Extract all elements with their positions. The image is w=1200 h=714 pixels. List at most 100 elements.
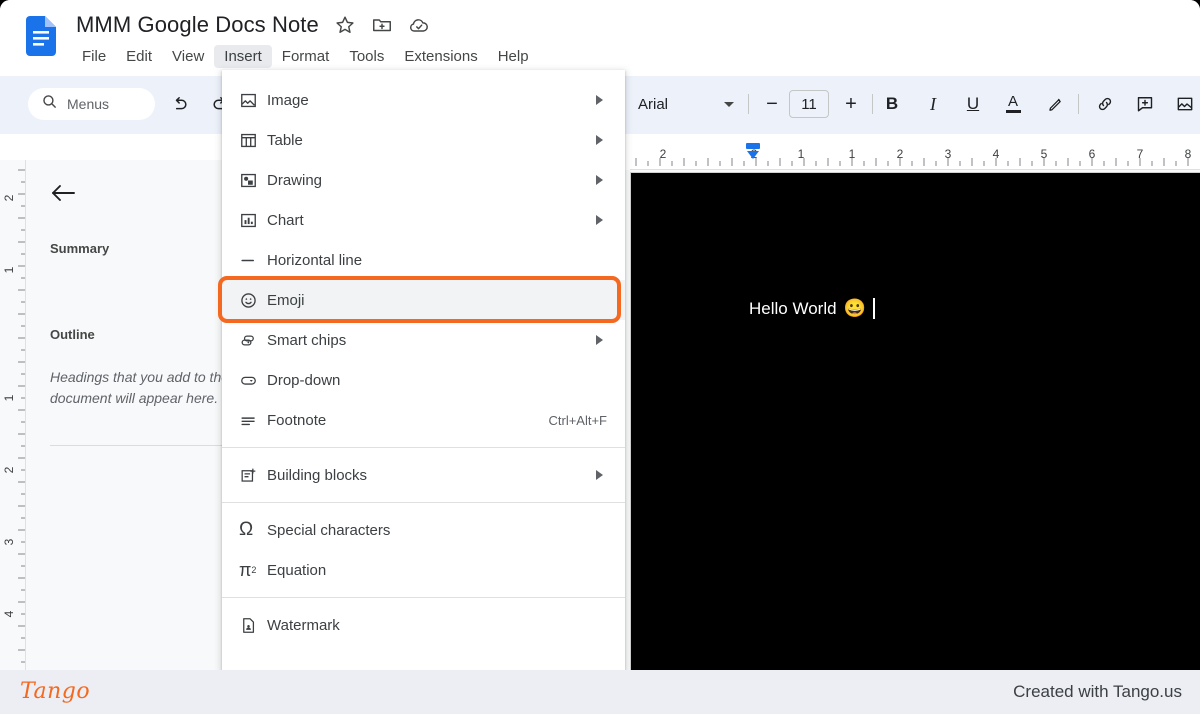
outline-heading: Outline (50, 327, 95, 342)
menu-item-special-characters[interactable]: Ω Special characters (222, 510, 625, 550)
menu-view[interactable]: View (162, 45, 214, 68)
menu-item-drawing[interactable]: Drawing (222, 160, 625, 200)
highlight-color-button[interactable] (1039, 88, 1071, 120)
watermark-icon (239, 616, 267, 635)
menu-divider-1 (222, 447, 625, 448)
building-blocks-icon (239, 466, 267, 485)
app-header: MMM Google Docs Note File Edit View Inse… (0, 0, 1200, 76)
menu-item-label: Chart (267, 211, 304, 229)
chevron-down-icon (724, 101, 734, 107)
horizontal-ruler-graphic: 2 1 1 2 3 4 5 6 7 8 2 (630, 134, 1200, 170)
image-icon (239, 91, 267, 110)
menu-item-label: Equation (267, 561, 327, 579)
left-indent-marker[interactable] (743, 142, 763, 167)
menu-item-footnote[interactable]: Footnote Ctrl+Alt+F (222, 400, 625, 440)
search-input[interactable]: Menus (28, 88, 155, 120)
submenu-arrow-icon (596, 335, 603, 345)
increase-font-size-button[interactable]: + (835, 88, 867, 120)
menu-divider-3 (222, 597, 625, 598)
menu-item-label: Emoji (267, 291, 305, 309)
move-to-folder-icon[interactable] (371, 14, 393, 36)
menu-help[interactable]: Help (488, 45, 539, 68)
submenu-arrow-icon (596, 95, 603, 105)
outline-empty-note: Headings that you add to the document wi… (50, 369, 230, 406)
menu-item-label: Drop-down (267, 371, 341, 389)
tango-credit-text: Created with Tango.us (1013, 682, 1182, 701)
insert-link-button[interactable] (1089, 88, 1121, 120)
page-title[interactable]: MMM Google Docs Note (76, 12, 319, 38)
horizontal-line-icon (239, 251, 267, 270)
menu-extensions[interactable]: Extensions (394, 45, 487, 68)
menu-item-horizontal-line[interactable]: Horizontal line (222, 240, 625, 280)
menu-format[interactable]: Format (272, 45, 340, 68)
vertical-ruler[interactable]: 2 1 1 2 3 4 (0, 160, 26, 670)
menu-item-label: Watermark (267, 616, 340, 634)
menu-insert[interactable]: Insert (214, 44, 272, 68)
menu-tools[interactable]: Tools (339, 45, 394, 68)
omega-icon: Ω (239, 519, 254, 540)
vertical-ruler-graphic: 2 1 1 2 3 4 (0, 160, 26, 670)
font-family-selector[interactable]: Arial (638, 90, 738, 118)
search-placeholder-text: Menus (67, 96, 110, 112)
star-icon[interactable] (334, 14, 356, 36)
menu-divider-2 (222, 502, 625, 503)
menu-item-label: Special characters (267, 521, 391, 539)
text-color-button[interactable]: A (997, 88, 1029, 120)
google-docs-window: MMM Google Docs Note File Edit View Inse… (0, 0, 1200, 670)
menu-item-shortcut: Ctrl+Alt+F (548, 412, 607, 428)
menu-item-emoji[interactable]: Emoji (218, 276, 625, 323)
bold-button[interactable]: B (876, 88, 908, 120)
underline-button[interactable]: U (957, 88, 989, 120)
menu-item-watermark[interactable]: Watermark (222, 605, 625, 645)
smart-chips-icon (239, 331, 267, 350)
menu-item-equation[interactable]: π2 Equation (222, 550, 625, 590)
font-family-value: Arial (638, 95, 669, 113)
text-color-swatch (1005, 110, 1021, 113)
text-cursor (872, 298, 875, 319)
italic-button[interactable]: I (917, 88, 949, 120)
insert-image-button[interactable] (1169, 88, 1200, 120)
insert-dropdown-menu: Image Table Drawing Chart Horizontal lin… (218, 70, 625, 670)
svg-text:1: 1 (2, 266, 16, 273)
menu-item-building-blocks[interactable]: Building blocks (222, 455, 625, 495)
svg-text:6: 6 (1089, 147, 1096, 161)
submenu-arrow-icon (596, 470, 603, 480)
menu-item-label: Horizontal line (267, 251, 363, 269)
document-page[interactable]: Hello World 😀 (630, 172, 1200, 670)
google-docs-logo-icon[interactable] (26, 16, 56, 56)
svg-text:1: 1 (849, 147, 856, 161)
font-size-input[interactable]: 11 (789, 90, 829, 118)
cloud-saved-icon[interactable] (408, 14, 430, 36)
menu-item-smart-chips[interactable]: Smart chips (222, 320, 625, 360)
menu-edit[interactable]: Edit (116, 45, 162, 68)
document-title-row: MMM Google Docs Note (76, 9, 430, 41)
submenu-arrow-icon (596, 215, 603, 225)
menu-item-image[interactable]: Image (222, 80, 625, 120)
tango-footer: Tango Created with Tango.us (0, 670, 1200, 714)
grinning-face-emoji-icon: 😀 (843, 298, 866, 318)
decrease-font-size-button[interactable]: − (756, 88, 788, 120)
document-body-text[interactable]: Hello World 😀 (749, 298, 875, 319)
back-button[interactable] (50, 182, 76, 209)
add-comment-button[interactable] (1129, 88, 1161, 120)
svg-text:8: 8 (1185, 147, 1192, 161)
undo-button[interactable] (164, 88, 196, 120)
svg-text:5: 5 (1041, 147, 1048, 161)
menu-file[interactable]: File (72, 45, 116, 68)
svg-text:4: 4 (2, 610, 16, 617)
menu-item-table[interactable]: Table (222, 120, 625, 160)
horizontal-ruler[interactable]: 2 1 1 2 3 4 5 6 7 8 2 (630, 134, 1200, 170)
menu-item-drop-down[interactable]: Drop-down (222, 360, 625, 400)
submenu-arrow-icon (596, 135, 603, 145)
svg-text:1: 1 (798, 147, 805, 161)
menu-item-chart[interactable]: Chart (222, 200, 625, 240)
svg-text:4: 4 (993, 147, 1000, 161)
search-icon (41, 93, 58, 115)
menu-item-label: Building blocks (267, 466, 368, 484)
document-text-content: Hello World (749, 298, 837, 318)
svg-text:7: 7 (1137, 147, 1144, 161)
svg-text:2: 2 (897, 147, 904, 161)
tango-logo: Tango (20, 679, 91, 704)
screenshot-root: MMM Google Docs Note File Edit View Inse… (0, 0, 1200, 714)
svg-text:1: 1 (2, 394, 16, 401)
